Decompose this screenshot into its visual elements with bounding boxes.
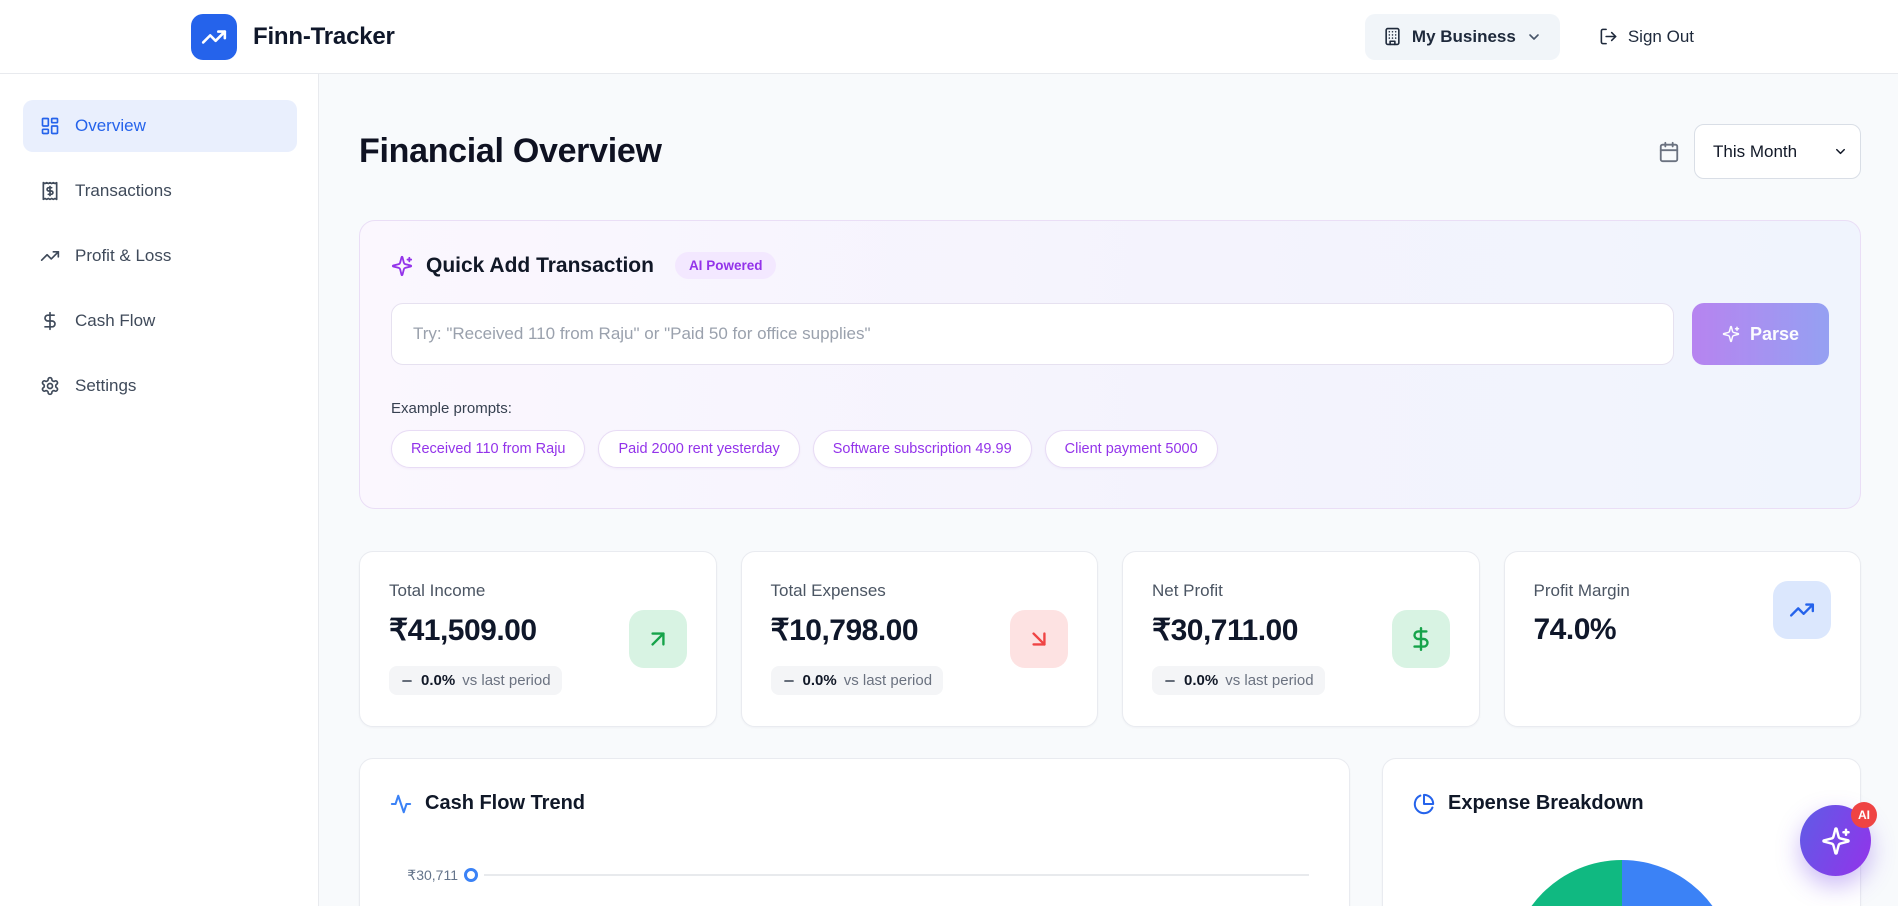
example-prompt-chip[interactable]: Client payment 5000 xyxy=(1045,430,1218,468)
dashboard-grid-icon xyxy=(40,116,60,136)
stat-change-value: 0.0% xyxy=(1184,672,1218,689)
chart-title: Cash Flow Trend xyxy=(425,792,585,815)
sign-out-button[interactable]: Sign Out xyxy=(1599,27,1694,47)
stat-change-note: vs last period xyxy=(844,672,932,689)
expense-breakdown-card: Expense Breakdown xyxy=(1382,758,1861,906)
stat-card-net-profit: Net Profit ₹30,711.00 0.0% vs last perio… xyxy=(1122,551,1480,727)
ai-powered-badge: AI Powered xyxy=(675,252,777,279)
stat-card-total-expenses: Total Expenses ₹10,798.00 0.0% vs last p… xyxy=(741,551,1099,727)
example-prompt-chip[interactable]: Received 110 from Raju xyxy=(391,430,585,468)
sidebar-item-label: Transactions xyxy=(75,181,172,201)
brand: Finn-Tracker xyxy=(191,14,395,60)
receipt-icon xyxy=(40,181,60,201)
example-prompt-chip[interactable]: Paid 2000 rent yesterday xyxy=(598,430,799,468)
gridline xyxy=(484,874,1309,876)
calendar-icon xyxy=(1658,141,1680,163)
stat-change-value: 0.0% xyxy=(421,672,455,689)
stat-label: Total Income xyxy=(389,581,562,601)
pie-chart-icon xyxy=(1413,793,1435,815)
minus-icon xyxy=(1163,674,1177,688)
stat-label: Total Expenses xyxy=(771,581,944,601)
sparkles-icon xyxy=(391,255,413,277)
gear-icon xyxy=(40,376,60,396)
example-prompt-chip[interactable]: Software subscription 49.99 xyxy=(813,430,1032,468)
expense-donut-chart xyxy=(1510,860,1734,906)
sidebar-item-cash-flow[interactable]: Cash Flow xyxy=(23,295,297,347)
chart-title: Expense Breakdown xyxy=(1448,792,1644,815)
data-point-marker xyxy=(464,868,478,882)
y-axis-tick: ₹30,711 xyxy=(390,867,458,884)
sidebar-item-settings[interactable]: Settings xyxy=(23,360,297,412)
sidebar-item-label: Profit & Loss xyxy=(75,246,171,266)
app-title: Finn-Tracker xyxy=(253,23,395,51)
stat-value: ₹41,509.00 xyxy=(389,613,562,648)
sidebar-item-label: Settings xyxy=(75,376,136,396)
main-content: Financial Overview This Month Quick Add … xyxy=(319,74,1898,906)
parse-button-label: Parse xyxy=(1750,324,1799,345)
stat-change-note: vs last period xyxy=(1225,672,1313,689)
dollar-sign-icon xyxy=(40,311,60,331)
charts-row: Cash Flow Trend ₹30,711 ₹24,569 xyxy=(359,758,1861,906)
sidebar: Overview Transactions Profit & Loss Cash… xyxy=(0,74,319,906)
app-logo xyxy=(191,14,237,60)
sidebar-item-label: Overview xyxy=(75,116,146,136)
ai-badge: AI xyxy=(1851,802,1877,828)
building-icon xyxy=(1383,27,1402,46)
trending-up-icon xyxy=(201,24,227,50)
trending-up-icon xyxy=(1789,597,1815,623)
stat-card-total-income: Total Income ₹41,509.00 0.0% vs last per… xyxy=(359,551,717,727)
stat-value: ₹30,711.00 xyxy=(1152,613,1325,648)
stat-value: ₹10,798.00 xyxy=(771,613,944,648)
sidebar-item-profit-loss[interactable]: Profit & Loss xyxy=(23,230,297,282)
example-prompts-label: Example prompts: xyxy=(391,400,1829,417)
stat-change-note: vs last period xyxy=(462,672,550,689)
ai-assistant-fab[interactable]: AI xyxy=(1800,805,1871,876)
stat-change-value: 0.0% xyxy=(803,672,837,689)
header-actions: My Business Sign Out xyxy=(1365,14,1694,60)
trending-up-icon xyxy=(40,246,60,266)
stat-change-badge: 0.0% vs last period xyxy=(1152,666,1325,695)
top-header: Finn-Tracker My Business Sign Out xyxy=(0,0,1898,74)
arrow-down-right-icon xyxy=(1026,626,1052,652)
business-selector-label: My Business xyxy=(1412,27,1516,47)
cash-flow-chart: ₹30,711 ₹24,569 xyxy=(390,867,1319,906)
quick-add-input[interactable] xyxy=(391,303,1674,365)
dollar-sign-icon xyxy=(1408,626,1434,652)
sidebar-item-transactions[interactable]: Transactions xyxy=(23,165,297,217)
stat-change-badge: 0.0% vs last period xyxy=(389,666,562,695)
minus-icon xyxy=(782,674,796,688)
stat-label: Profit Margin xyxy=(1534,581,1630,601)
cash-flow-trend-card: Cash Flow Trend ₹30,711 ₹24,569 xyxy=(359,758,1350,906)
quick-add-card: Quick Add Transaction AI Powered Parse E… xyxy=(359,220,1861,509)
stat-change-badge: 0.0% vs last period xyxy=(771,666,944,695)
stat-value: 74.0% xyxy=(1534,613,1630,647)
activity-icon xyxy=(390,793,412,815)
arrow-up-right-icon xyxy=(645,626,671,652)
chevron-down-icon xyxy=(1526,29,1542,45)
app-window: Finn-Tracker My Business Sign Out Overvi… xyxy=(0,0,1898,906)
log-out-icon xyxy=(1599,27,1618,46)
sidebar-item-overview[interactable]: Overview xyxy=(23,100,297,152)
minus-icon xyxy=(400,674,414,688)
business-selector-button[interactable]: My Business xyxy=(1365,14,1560,60)
period-select[interactable]: This Month xyxy=(1694,124,1861,179)
stat-label: Net Profit xyxy=(1152,581,1325,601)
page-title: Financial Overview xyxy=(359,132,662,171)
sign-out-label: Sign Out xyxy=(1628,27,1694,47)
sparkles-icon xyxy=(1821,826,1851,856)
stats-row: Total Income ₹41,509.00 0.0% vs last per… xyxy=(359,551,1861,727)
parse-button[interactable]: Parse xyxy=(1692,303,1829,365)
sparkles-icon xyxy=(1722,325,1740,343)
sidebar-item-label: Cash Flow xyxy=(75,311,155,331)
stat-card-profit-margin: Profit Margin 74.0% xyxy=(1504,551,1862,727)
quick-add-title: Quick Add Transaction xyxy=(426,254,654,278)
